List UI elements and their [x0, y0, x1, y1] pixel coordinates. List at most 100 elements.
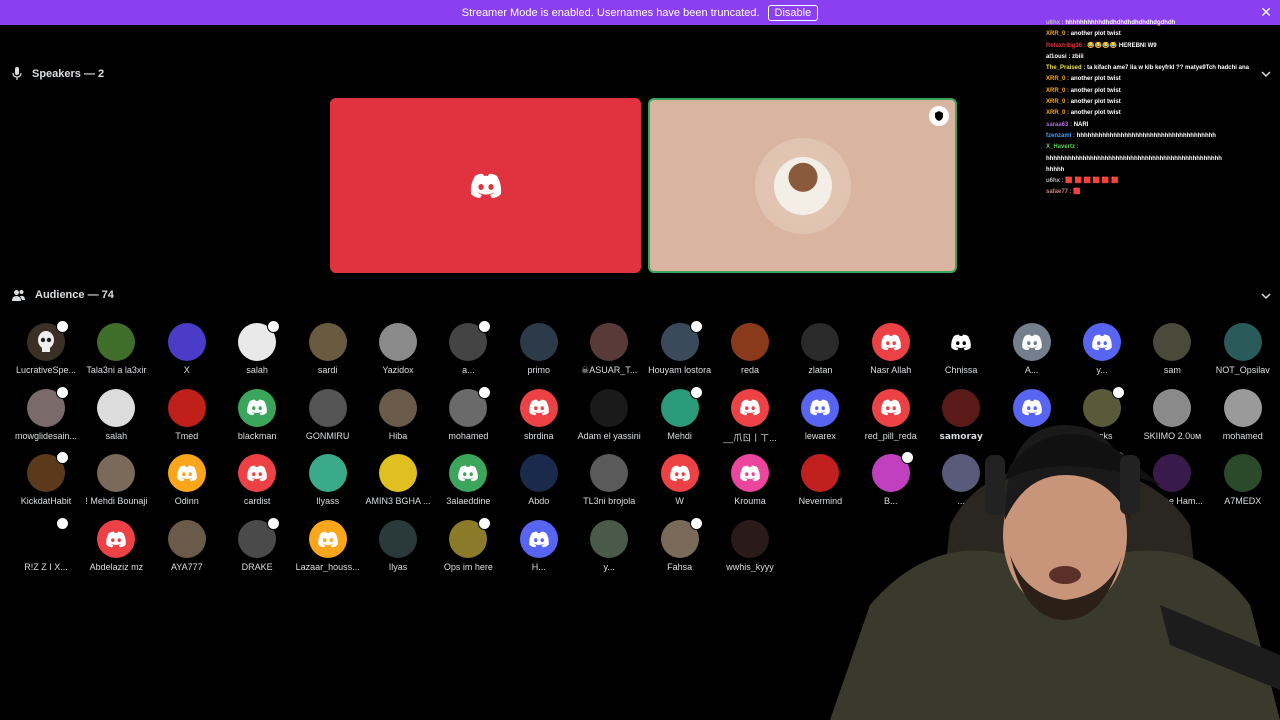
speaker-tile-1[interactable] — [330, 98, 641, 273]
audience-member[interactable]: H... — [503, 520, 575, 572]
member-name: sbrdina — [524, 430, 554, 441]
disable-streamer-mode-button[interactable]: Disable — [767, 4, 819, 21]
member-name: Ilyas — [388, 562, 408, 573]
chat-text: another plot twist — [1070, 87, 1121, 94]
audience-member[interactable]: __爪ㄖ丨ㄒ... — [714, 388, 786, 444]
audience-member[interactable]: TL3ni brojola — [573, 454, 645, 506]
audience-member[interactable]: a... — [432, 320, 504, 375]
audience-member[interactable]: y... — [1066, 323, 1138, 375]
audience-member[interactable]: wwhis_kyyy — [714, 520, 786, 572]
audience-member[interactable]: Tmed — [151, 388, 223, 441]
speaker-avatar-ring — [762, 145, 843, 226]
member-name: y... — [1096, 365, 1108, 375]
audience-member[interactable]: mohamed — [432, 385, 504, 441]
member-name: salah — [105, 430, 128, 441]
audience-member[interactable]: sam — [1136, 323, 1208, 375]
audience-member[interactable]: NOT_Opsilav — [1207, 323, 1279, 375]
audience-member[interactable]: ☠ASUAR_T... — [573, 323, 645, 376]
audience-member[interactable]: GONMIRU — [292, 388, 364, 441]
audience-member[interactable]: Adam el yassini — [573, 388, 645, 441]
audience-member[interactable]: 3alaeddine — [432, 454, 504, 506]
audience-member[interactable]: Hiba — [362, 388, 434, 441]
audience-member[interactable]: Ops im here — [432, 517, 504, 572]
audience-member[interactable]: y... — [573, 520, 645, 572]
moderator-badge-icon — [689, 320, 703, 333]
speaker-tile-2[interactable] — [648, 98, 957, 273]
member-name: Abdelaziz mz — [89, 562, 144, 573]
audience-member[interactable]: Krouma — [714, 454, 786, 506]
member-avatar — [942, 323, 981, 361]
member-avatar — [167, 520, 206, 559]
moderator-badge-icon — [267, 320, 281, 333]
audience-member[interactable]: LucrativeSpe... — [10, 320, 82, 375]
audience-member[interactable]: zlatan — [784, 323, 856, 375]
member-name: a... — [462, 365, 475, 375]
audience-member[interactable]: ! Mehdi Bounaji — [80, 454, 152, 506]
member-avatar — [379, 520, 417, 559]
audience-member[interactable]: Chnissa — [925, 323, 997, 375]
member-avatar — [590, 454, 629, 493]
chat-message: hhhhh — [1046, 165, 1280, 176]
audience-member[interactable]: Tala3ni a la3xir — [80, 323, 152, 375]
audience-people-icon — [12, 290, 25, 301]
audience-member[interactable]: sbrdina — [503, 388, 575, 441]
member-avatar — [519, 454, 558, 493]
member-name: X — [183, 365, 190, 375]
member-avatar — [167, 454, 206, 493]
audience-member[interactable]: X — [151, 323, 223, 375]
audience-member[interactable]: Ilyass — [292, 454, 364, 506]
stream-chat-overlay: u6hx : hhhhhhhhhhdhdhdhdhdhdhdhdgdhdh XRR… — [1046, 18, 1280, 199]
audience-title: Audience — 74 — [35, 289, 114, 301]
member-avatar — [167, 388, 206, 427]
audience-member[interactable]: Abdelaziz mz — [80, 520, 152, 572]
member-name: KickdatHabit — [20, 496, 72, 507]
member-name: Abdo — [528, 496, 550, 507]
chat-message: XRR_0 : another plot twist — [1046, 97, 1280, 108]
audience-member[interactable]: KickdatHabit — [10, 451, 82, 507]
chat-text: 🟥 — [1073, 189, 1081, 196]
audience-member[interactable]: W — [644, 454, 716, 506]
chat-message: XRR_0 : another plot twist — [1046, 29, 1280, 40]
chat-message: u6hx : hhhhhhhhhhdhdhdhdhdhdhdhdgdhdh — [1046, 18, 1280, 29]
member-avatar — [97, 323, 136, 361]
member-name: Tmed — [175, 430, 199, 441]
member-avatar — [27, 320, 69, 361]
audience-member[interactable]: reda — [714, 323, 786, 375]
audience-member[interactable]: R!Z Z I X... — [10, 517, 82, 572]
moderator-badge-icon — [689, 517, 703, 531]
member-avatar — [308, 388, 347, 427]
audience-member[interactable]: Houyam lostora — [644, 320, 716, 375]
audience-member[interactable]: Abdo — [503, 454, 575, 506]
chat-username: XRR_0 : — [1046, 99, 1071, 106]
audience-member[interactable]: DRAKE — [221, 517, 293, 572]
member-name: Lazaar_houss... — [295, 562, 360, 573]
audience-member[interactable]: salah — [80, 388, 152, 441]
member-name: sam — [1163, 365, 1181, 375]
chat-message: u6hx : 🟥 🟥 🟥 🟥 🟥 🟥 — [1046, 176, 1280, 187]
audience-member[interactable]: Lazaar_houss... — [292, 520, 364, 572]
member-name: ☠ASUAR_T... — [581, 365, 638, 375]
chevron-down-icon[interactable] — [1260, 290, 1272, 302]
audience-member[interactable]: Mehdi — [644, 385, 716, 441]
audience-member[interactable]: AMIN3 BGHA ... — [362, 454, 434, 506]
audience-member[interactable]: Nasr Allah — [855, 323, 927, 375]
audience-member[interactable]: Yazidox — [362, 323, 434, 375]
audience-member[interactable]: salah — [221, 320, 293, 375]
audience-member[interactable]: Fahsa — [644, 517, 716, 572]
audience-member[interactable]: Odinn — [151, 454, 223, 506]
audience-member[interactable]: primo — [503, 323, 575, 375]
member-avatar — [660, 320, 703, 361]
audience-member[interactable]: mowglidesain... — [10, 385, 82, 441]
chat-text: 😂😂😂😂 HEREBNI W9 — [1087, 42, 1157, 49]
audience-member[interactable]: AYA777 — [151, 520, 223, 572]
member-name: Chnissa — [944, 365, 978, 375]
member-avatar — [238, 320, 281, 361]
member-name: __爪ㄖ丨ㄒ... — [723, 432, 777, 443]
audience-member[interactable]: Ilyas — [362, 520, 434, 572]
audience-member[interactable]: blackman — [221, 388, 293, 441]
chat-username: XRR_0 : — [1046, 110, 1071, 117]
audience-member[interactable]: A... — [996, 323, 1068, 375]
audience-member[interactable]: cardist — [221, 454, 293, 506]
audience-member[interactable]: sardi — [292, 323, 364, 375]
speaker-avatar — [773, 156, 832, 215]
